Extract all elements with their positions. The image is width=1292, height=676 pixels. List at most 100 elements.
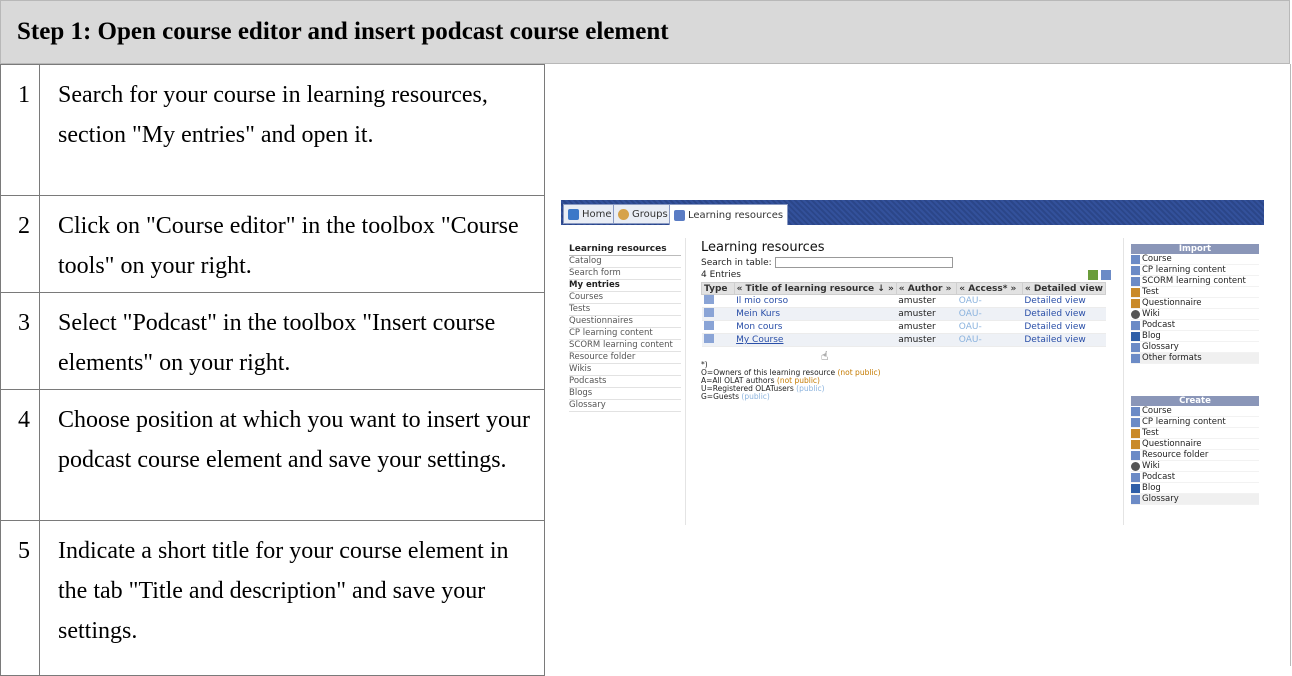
title-link[interactable]: Mon cours [734, 320, 897, 334]
import-item-blog[interactable]: Blog [1131, 331, 1259, 342]
item-label: Other formats [1142, 353, 1202, 363]
create-item-questionnaire[interactable]: Questionnaire [1131, 439, 1259, 450]
divider [1123, 238, 1124, 525]
nav-item-catalog[interactable]: Catalog [569, 256, 681, 268]
course-icon [703, 295, 714, 304]
olat-screenshot: Home Groups Learning resources Learning … [561, 200, 1264, 525]
import-item-test[interactable]: Test [1131, 287, 1259, 298]
columns-icon[interactable] [1101, 270, 1111, 280]
nav-item-podcasts[interactable]: Podcasts [569, 376, 681, 388]
legend-line: G=Guests (public) [701, 393, 1111, 401]
detail-link[interactable]: Detailed view [1022, 333, 1106, 347]
type-cell [701, 294, 735, 308]
nav-item-search-form[interactable]: Search form [569, 268, 681, 280]
title-link[interactable]: Il mio corso [734, 294, 897, 308]
step-text: Choose position at which you want to ins… [39, 389, 545, 521]
left-navigation: Learning resources Catalog Search form M… [569, 244, 681, 412]
create-item-podcast[interactable]: Podcast [1131, 472, 1259, 483]
export-icon[interactable] [1088, 270, 1098, 280]
questionnaire-icon [1131, 439, 1140, 449]
nav-item-glossary[interactable]: Glossary [569, 400, 681, 412]
import-item-wiki[interactable]: Wiki [1131, 309, 1259, 320]
border-right [1290, 64, 1291, 666]
col-type[interactable]: Type [701, 282, 735, 295]
nav-item-scorm-learning-content[interactable]: SCORM learning content [569, 340, 681, 352]
item-label: CP learning content [1142, 417, 1226, 427]
import-item-other-formats[interactable]: Other formats [1131, 353, 1259, 364]
table-search: Search in table: [701, 257, 1111, 268]
other-formats-icon [1131, 353, 1140, 363]
col-access[interactable]: « Access* » [956, 282, 1023, 295]
step-text: Search for your course in learning resou… [39, 64, 545, 196]
step-number: 5 [0, 520, 40, 676]
item-label: Blog [1142, 331, 1161, 341]
import-item-glossary[interactable]: Glossary [1131, 342, 1259, 353]
step-text: Select "Podcast" in the toolbox "Insert … [39, 292, 545, 390]
create-item-course[interactable]: Course [1131, 406, 1259, 417]
access-cell: OAU- [956, 294, 1023, 308]
create-item-glossary[interactable]: Glossary [1131, 494, 1259, 505]
podcast-icon [1131, 320, 1140, 330]
col-detailed-view[interactable]: « Detailed view [1021, 282, 1107, 295]
import-item-cp[interactable]: CP learning content [1131, 265, 1259, 276]
type-cell [701, 307, 735, 321]
step-text: Click on "Course editor" in the toolbox … [39, 195, 545, 293]
tab-bar: Home Groups Learning resources [561, 200, 1264, 225]
step-header: Step 1: Open course editor and insert po… [0, 0, 1290, 64]
scorm-icon [1131, 276, 1140, 286]
nav-item-resource-folder[interactable]: Resource folder [569, 352, 681, 364]
step-number: 2 [0, 195, 40, 293]
nav-item-blogs[interactable]: Blogs [569, 388, 681, 400]
table-tools [1088, 270, 1111, 280]
import-item-scorm[interactable]: SCORM learning content [1131, 276, 1259, 287]
nav-item-my-entries[interactable]: My entries [569, 280, 681, 292]
step-number: 4 [0, 389, 40, 521]
tab-label: Home [582, 208, 612, 220]
nav-item-tests[interactable]: Tests [569, 304, 681, 316]
detail-link[interactable]: Detailed view [1022, 320, 1106, 334]
col-title[interactable]: « Title of learning resource ↓ » [733, 282, 897, 295]
title-link[interactable]: My Course [734, 333, 897, 347]
glossary-icon [1131, 494, 1140, 504]
step-row: 4 Choose position at which you want to i… [0, 389, 545, 521]
folder-icon [1131, 450, 1140, 460]
create-heading: Create [1131, 396, 1259, 406]
nav-item-courses[interactable]: Courses [569, 292, 681, 304]
create-item-blog[interactable]: Blog [1131, 483, 1259, 494]
item-label: Course [1142, 406, 1172, 416]
tab-groups[interactable]: Groups [613, 204, 673, 224]
resources-table: Type « Title of learning resource ↓ » « … [701, 282, 1107, 347]
item-label: CP learning content [1142, 265, 1226, 275]
author-cell: amuster [896, 307, 957, 321]
import-item-questionnaire[interactable]: Questionnaire [1131, 298, 1259, 309]
col-author[interactable]: « Author » [895, 282, 958, 295]
title-link[interactable]: Mein Kurs [734, 307, 897, 321]
import-item-podcast[interactable]: Podcast [1131, 320, 1259, 331]
test-icon [1131, 428, 1140, 438]
import-item-course[interactable]: Course [1131, 254, 1259, 265]
legend-note: (public) [741, 392, 770, 401]
create-item-cp[interactable]: CP learning content [1131, 417, 1259, 428]
create-item-test[interactable]: Test [1131, 428, 1259, 439]
nav-item-questionnaires[interactable]: Questionnaires [569, 316, 681, 328]
nav-heading[interactable]: Learning resources [569, 244, 681, 256]
step-text: Indicate a short title for your course e… [39, 520, 545, 676]
wiki-icon [1131, 461, 1140, 471]
course-icon [1131, 254, 1140, 264]
create-item-resource-folder[interactable]: Resource folder [1131, 450, 1259, 461]
step-row: 5 Indicate a short title for your course… [0, 520, 545, 676]
search-input[interactable] [774, 257, 953, 268]
detail-link[interactable]: Detailed view [1022, 294, 1106, 308]
nav-item-wikis[interactable]: Wikis [569, 364, 681, 376]
tab-learning-resources[interactable]: Learning resources [669, 204, 789, 225]
author-cell: amuster [896, 320, 957, 334]
author-cell: amuster [896, 294, 957, 308]
tab-label: Groups [632, 208, 668, 220]
type-cell [701, 333, 735, 347]
entries-bar: 4 Entries [701, 270, 1111, 281]
nav-item-cp-learning-content[interactable]: CP learning content [569, 328, 681, 340]
detail-link[interactable]: Detailed view [1022, 307, 1106, 321]
item-label: Course [1142, 254, 1172, 264]
tab-home[interactable]: Home [563, 204, 617, 224]
create-item-wiki[interactable]: Wiki [1131, 461, 1259, 472]
